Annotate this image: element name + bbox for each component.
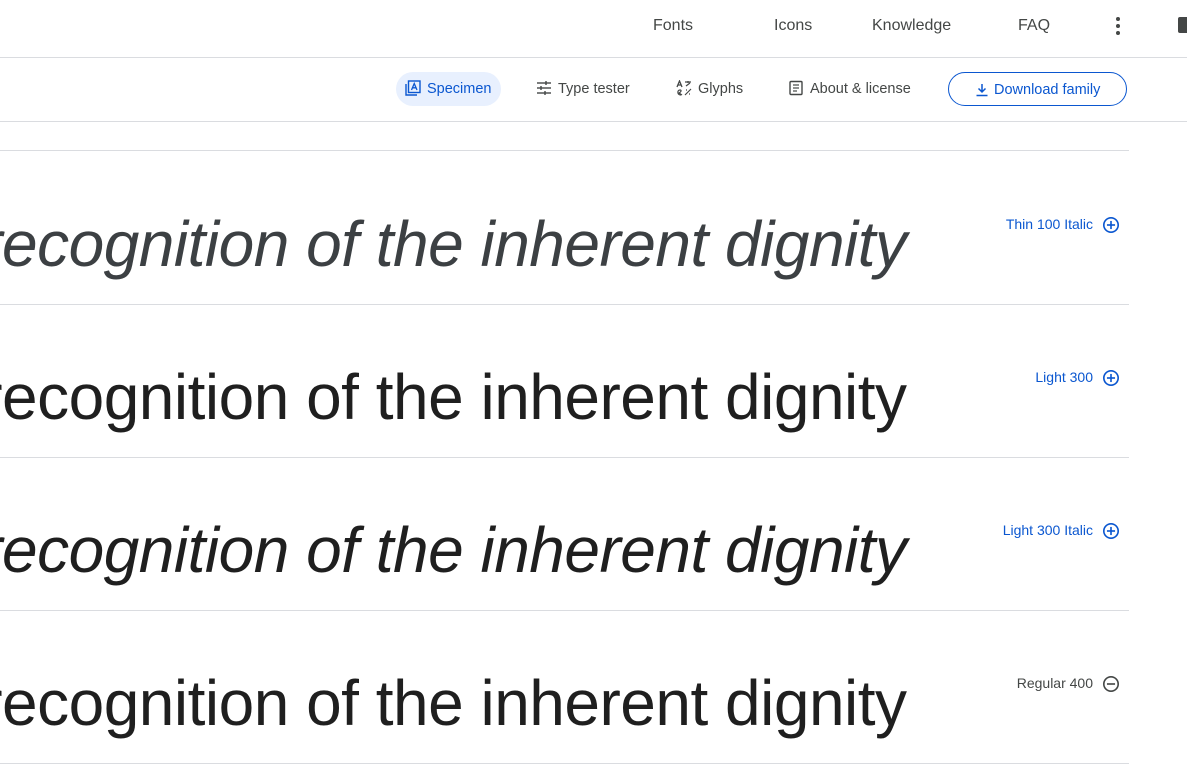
specimen-icon [405, 80, 421, 96]
tab-glyphs[interactable]: Glyphs [667, 72, 753, 106]
tune-icon [537, 81, 551, 95]
sample-text-thin-100-italic: Whereas recognition of the inherent dign… [0, 208, 907, 280]
download-icon [976, 84, 988, 97]
tab-specimen[interactable]: Specimen [396, 72, 502, 106]
style-row-light-300: Whereas recognition of the inherent dign… [0, 304, 1129, 458]
tab-type-tester[interactable]: Type tester [527, 72, 640, 106]
style-label-regular-400[interactable]: Regular 400 [1017, 675, 1093, 691]
tab-specimen-label: Specimen [427, 81, 492, 97]
add-circle-icon[interactable] [1102, 522, 1120, 540]
nav-faq[interactable]: FAQ [1018, 0, 1050, 52]
sample-text-regular-400: Whereas recognition of the inherent dign… [0, 667, 907, 739]
family-toolbar: Specimen Type tester Glyphs About & lice… [0, 58, 1187, 122]
puzzle-icon[interactable] [1178, 17, 1187, 33]
add-circle-icon[interactable] [1102, 216, 1120, 234]
style-row-thin-100-italic: Whereas recognition of the inherent dign… [0, 151, 1129, 305]
nav-knowledge[interactable]: Knowledge [872, 0, 951, 52]
top-navigation-bar: Fonts Icons Knowledge FAQ [0, 0, 1187, 58]
sample-text-light-300: Whereas recognition of the inherent dign… [0, 361, 907, 433]
tab-about-license-label: About & license [810, 81, 911, 97]
sample-text-light-300-italic: Whereas recognition of the inherent dign… [0, 514, 907, 586]
remove-circle-icon[interactable] [1102, 675, 1120, 693]
nav-fonts[interactable]: Fonts [653, 0, 693, 52]
glyphs-icon [676, 79, 692, 96]
style-row-regular-400: Whereas recognition of the inherent dign… [0, 610, 1129, 764]
add-circle-icon[interactable] [1102, 369, 1120, 387]
download-family-button[interactable]: Download family [948, 72, 1127, 106]
tab-about-license[interactable]: About & license [779, 72, 921, 106]
nav-icons[interactable]: Icons [774, 0, 812, 52]
tab-glyphs-label: Glyphs [698, 81, 744, 97]
more-vert-icon[interactable] [1108, 15, 1128, 37]
download-family-label: Download family [994, 82, 1101, 98]
tab-type-tester-label: Type tester [558, 81, 630, 97]
article-icon [789, 80, 803, 96]
style-label-thin-100-italic[interactable]: Thin 100 Italic [1006, 216, 1093, 232]
style-row-light-300-italic: Whereas recognition of the inherent dign… [0, 457, 1129, 611]
style-label-light-300-italic[interactable]: Light 300 Italic [1003, 522, 1093, 538]
style-label-light-300[interactable]: Light 300 [1035, 369, 1093, 385]
